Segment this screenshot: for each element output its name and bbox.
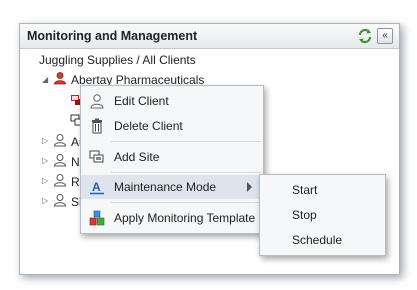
submenu-item-start[interactable]: Start bbox=[260, 178, 385, 202]
menu-separator bbox=[111, 172, 261, 173]
user-red-icon bbox=[53, 71, 67, 90]
menu-item-apply-monitoring-template[interactable]: Apply Monitoring Template bbox=[81, 206, 263, 230]
context-menu: Edit Client Delete Client Add Site A Mai… bbox=[80, 85, 264, 234]
submenu-arrow-icon bbox=[247, 182, 252, 192]
submenu-item-schedule[interactable]: Schedule bbox=[260, 228, 385, 252]
menu-item-label: Maintenance Mode bbox=[114, 180, 217, 194]
template-blocks-icon bbox=[89, 210, 105, 226]
tree-expand-arrow[interactable]: ▷ bbox=[42, 196, 48, 205]
panel-header: Monitoring and Management « bbox=[20, 24, 399, 49]
menu-item-label: Add Site bbox=[114, 150, 160, 164]
user-icon bbox=[53, 173, 67, 192]
user-icon bbox=[53, 193, 67, 212]
svg-text:A: A bbox=[92, 180, 101, 194]
submenu-item-label: Stop bbox=[292, 208, 317, 222]
menu-item-delete-client[interactable]: Delete Client bbox=[81, 114, 263, 138]
menu-separator bbox=[111, 202, 261, 203]
menu-separator bbox=[111, 141, 261, 142]
menu-item-edit-client[interactable]: Edit Client bbox=[81, 89, 263, 113]
tree-expand-arrow[interactable]: ▷ bbox=[42, 156, 48, 165]
user-icon bbox=[53, 153, 67, 172]
submenu-item-label: Schedule bbox=[292, 233, 343, 247]
tree-expand-arrow[interactable]: ▷ bbox=[42, 136, 48, 145]
user-icon bbox=[53, 133, 67, 152]
maintenance-submenu: Start Stop Schedule bbox=[259, 174, 386, 256]
add-site-icon bbox=[89, 149, 105, 165]
submenu-item-stop[interactable]: Stop bbox=[260, 203, 385, 227]
menu-item-add-site[interactable]: Add Site bbox=[81, 145, 263, 169]
menu-item-label: Apply Monitoring Template bbox=[114, 211, 256, 225]
refresh-icon[interactable] bbox=[357, 28, 373, 44]
tree-expand-arrow[interactable]: ◢ bbox=[42, 75, 48, 84]
double-chevron-left-icon[interactable]: « bbox=[377, 28, 393, 44]
panel-title: Monitoring and Management bbox=[27, 29, 198, 43]
user-outline-icon bbox=[89, 93, 105, 109]
maintenance-a-icon: A bbox=[89, 179, 105, 195]
menu-item-label: Delete Client bbox=[114, 119, 183, 133]
tree-root-breadcrumb[interactable]: Juggling Supplies / All Clients bbox=[39, 53, 196, 67]
submenu-item-label: Start bbox=[292, 183, 318, 197]
tree-expand-arrow[interactable]: ▷ bbox=[42, 176, 48, 185]
menu-item-label: Edit Client bbox=[114, 94, 169, 108]
trash-icon bbox=[89, 118, 105, 134]
menu-item-maintenance-mode[interactable]: A Maintenance Mode bbox=[81, 175, 263, 199]
